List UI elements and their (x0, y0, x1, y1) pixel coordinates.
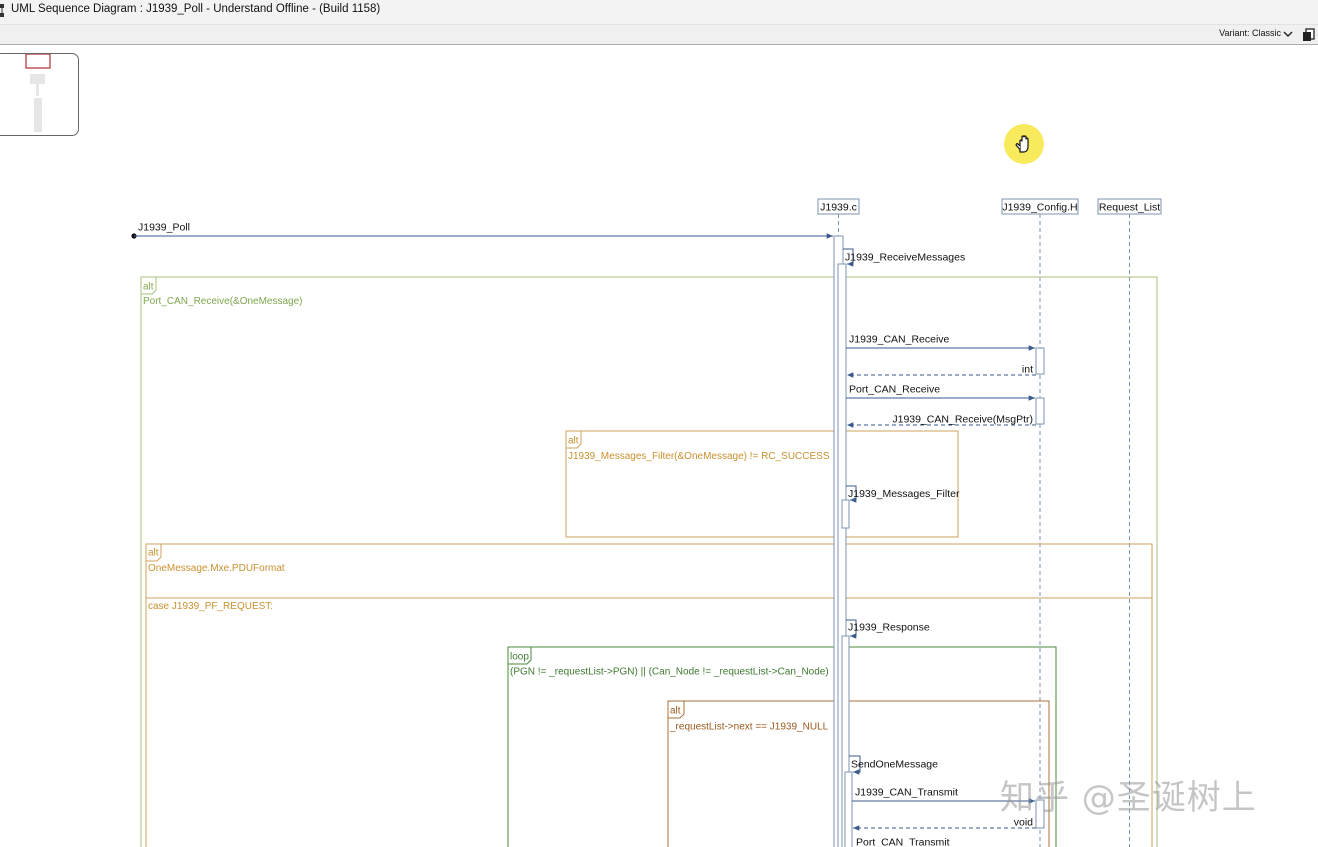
fragment-guard: J1939_Messages_Filter(&OneMessage) != RC… (568, 451, 830, 462)
lifeline-label: J1939.c (820, 202, 857, 214)
fragment-guard: _requestList->next == J1939_NULL (669, 722, 829, 733)
message-label: SendOneMessage (851, 759, 938, 771)
fragment-keyword: alt (143, 282, 154, 293)
watermark: 知乎 @圣诞树上 (1000, 778, 1257, 818)
message-port-can-receive[interactable]: Port_CAN_Receive (846, 384, 1035, 401)
lifeline-j1939-config-h[interactable]: J1939_Config.H (1001, 198, 1079, 847)
window-title: UML Sequence Diagram : J1939_Poll - Unde… (11, 3, 381, 15)
message-send-one-message[interactable]: SendOneMessage (849, 755, 938, 775)
sequence-diagram[interactable]: J1939.c J1939_Config.H Request_List alt … (0, 45, 1318, 847)
message-label: Port_CAN_Transmit (856, 837, 950, 847)
copy-icon[interactable] (1302, 28, 1316, 42)
message-response[interactable]: J1939_Response (846, 619, 930, 639)
return-label: J1939_CAN_Receive(MsgPtr) (892, 414, 1033, 426)
message-messages-filter[interactable]: J1939_Messages_Filter (846, 485, 960, 503)
message-label: J1939_Messages_Filter (848, 488, 960, 500)
message-port-can-transmit[interactable]: Port_CAN_Transmit (856, 837, 950, 847)
lifeline-label: J1939_Config.H (1002, 202, 1077, 214)
title-bar: UML Sequence Diagram : J1939_Poll - Unde… (0, 0, 1318, 25)
fragment-loop[interactable]: loop (PGN != _requestList->PGN) || (Can_… (507, 646, 1057, 847)
message-label: Port_CAN_Receive (849, 384, 940, 396)
fragment-keyword: alt (148, 548, 159, 559)
message-label: J1939_Response (848, 622, 930, 634)
activation-bars (833, 235, 1045, 847)
fragment-keyword: loop (510, 652, 529, 663)
fragment-guard: OneMessage.Mxe.PDUFormat (148, 563, 285, 574)
return-can-receive-msgptr[interactable]: J1939_CAN_Receive(MsgPtr) (847, 414, 1036, 428)
fragment-keyword: alt (670, 706, 681, 717)
fragment-case-label: case J1939_PF_REQUEST: (148, 601, 273, 612)
fragment-keyword: alt (568, 436, 579, 447)
fragment-alt-port-can-receive[interactable]: alt Port_CAN_Receive(&OneMessage) (140, 276, 1158, 847)
message-label: J1939_CAN_Receive (849, 334, 950, 346)
message-label: J1939_CAN_Transmit (855, 787, 958, 799)
chevron-down-icon[interactable] (1282, 29, 1294, 39)
variant-dropdown[interactable]: Variant: Classic (1219, 28, 1281, 38)
hand-cursor-icon (1004, 124, 1044, 164)
app-icon (0, 4, 4, 17)
fragment-guard: (PGN != _requestList->PGN) || (Can_Node … (510, 667, 829, 678)
return-label: int (1022, 364, 1033, 376)
fragment-alt-request-list-null[interactable]: alt _requestList->next == J1939_NULL (667, 700, 1050, 847)
fragment-guard: Port_CAN_Receive(&OneMessage) (143, 296, 303, 307)
fragment-alt-messages-filter[interactable]: alt J1939_Messages_Filter(&OneMessage) !… (565, 430, 959, 538)
lifeline-label: Request_List (1099, 202, 1160, 214)
message-label: J1939_Poll (138, 222, 190, 234)
message-can-receive[interactable]: J1939_CAN_Receive (846, 334, 1035, 351)
message-receive-messages[interactable]: J1939_ReceiveMessages (843, 248, 965, 267)
toolbar: Variant: Classic (0, 25, 1318, 45)
message-label: J1939_ReceiveMessages (845, 252, 965, 264)
return-int[interactable]: int (847, 364, 1036, 378)
message-j1939-poll[interactable]: J1939_Poll (131, 222, 833, 239)
